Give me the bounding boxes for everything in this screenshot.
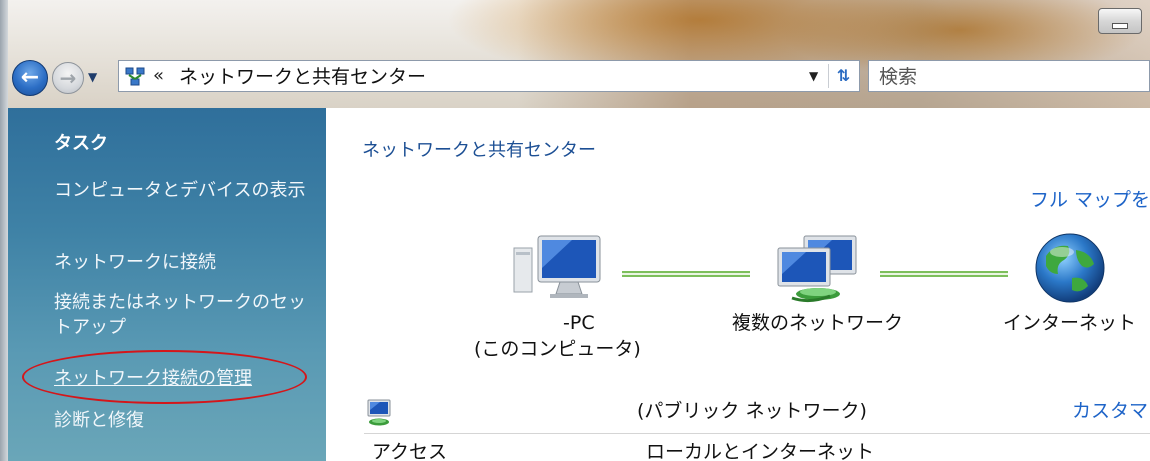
search-placeholder: 検索: [879, 66, 918, 88]
customize-link[interactable]: カスタマ: [1072, 398, 1148, 424]
computer-icon: [513, 235, 601, 298]
network-center-icon: [125, 67, 145, 86]
access-label: アクセス: [372, 441, 448, 461]
address-bar[interactable]: « ネットワークと共有センター ▼: [118, 60, 860, 92]
window-frame-left: [0, 0, 8, 461]
network-icon: [777, 235, 857, 303]
sidebar-item-diagnose-repair[interactable]: 診断と修復: [54, 408, 316, 433]
page-title: ネットワークと共有センター: [362, 140, 596, 161]
network-type-label: (パブリック ネットワーク): [637, 400, 867, 422]
task-sidebar: タスク コンピュータとデバイスの表示 ネットワークに接続 接続またはネットワーク…: [8, 108, 326, 461]
breadcrumb-separator: «: [153, 65, 165, 86]
access-value: ローカルとインターネット: [646, 441, 875, 461]
minimize-button[interactable]: [1098, 8, 1142, 34]
pc-name-label: -PC: [563, 312, 595, 334]
forward-button[interactable]: →: [52, 62, 84, 94]
connection-line-network-internet: [880, 271, 1008, 277]
breadcrumb[interactable]: ネットワークと共有センター: [179, 65, 426, 89]
sidebar-item-setup-connection[interactable]: 接続またはネットワークのセットアップ: [54, 290, 316, 340]
network-status-icon: [367, 399, 391, 426]
connection-line-pc-network: [622, 271, 750, 277]
refresh-icon: ⇅: [836, 66, 851, 85]
sidebar-title: タスク: [54, 133, 108, 154]
back-button[interactable]: ←: [12, 60, 48, 96]
internet-label: インターネット: [1003, 312, 1137, 334]
sidebar-item-view-computers[interactable]: コンピュータとデバイスの表示: [54, 178, 316, 203]
recent-pages-dropdown[interactable]: ▼: [88, 70, 97, 84]
search-input[interactable]: 検索: [868, 60, 1150, 92]
back-arrow-icon: ←: [20, 65, 40, 90]
globe-icon: [1035, 233, 1105, 303]
network-name-label: 複数のネットワーク: [732, 312, 904, 334]
full-map-link[interactable]: フル マップを: [1030, 188, 1150, 212]
highlight-ellipse: [22, 350, 307, 404]
row-divider: [364, 433, 1150, 434]
address-dropdown-icon[interactable]: ▼: [809, 69, 818, 83]
refresh-button[interactable]: ⇅: [828, 64, 858, 88]
sidebar-item-connect-network[interactable]: ネットワークに接続: [54, 250, 316, 275]
pc-sublabel: (このコンピュータ): [474, 338, 641, 360]
forward-arrow-icon: →: [59, 66, 77, 90]
